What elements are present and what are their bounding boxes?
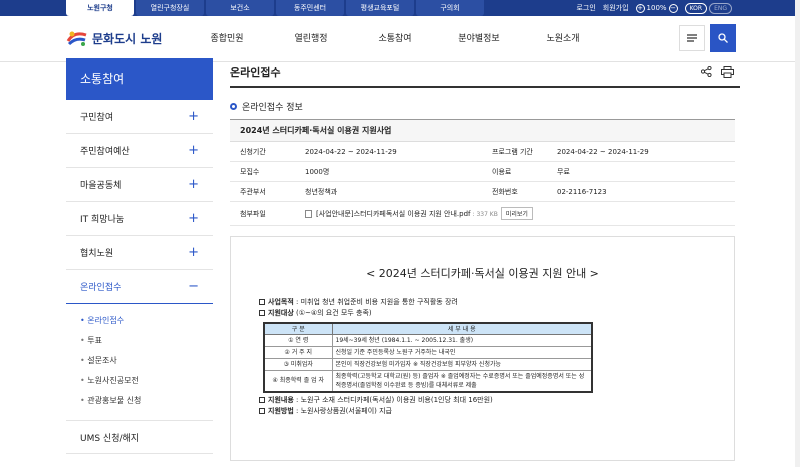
zoom-level: 100% [646, 4, 667, 12]
side-item-governance[interactable]: 협치노원 + [66, 236, 213, 270]
main-nav: 종합민원 열린행정 소통참여 분야별정보 노원소개 [185, 16, 605, 62]
site-tab-community[interactable]: 동주민센터 [276, 0, 344, 16]
share-icon[interactable] [701, 66, 712, 77]
notice-support: 지원내용 : 노원구 소재 스터디카페(독서실) 이용권 비용(1인당 최대 1… [259, 395, 699, 406]
sub-item-vote[interactable]: 투표 [80, 331, 213, 351]
side-item-village[interactable]: 마을공동체 + [66, 168, 213, 202]
page-title: 온라인접수 [230, 58, 740, 88]
preview-button[interactable]: 미리보기 [500, 207, 533, 220]
table-row: 신청기간 2024-04-22 ~ 2024-11-29 프로그램 기간 2024-… [230, 142, 735, 162]
side-nav-title: 소통참여 [66, 58, 213, 100]
zoom-out-icon[interactable]: − [668, 3, 678, 13]
plus-icon: + [188, 143, 199, 158]
side-nav: 소통참여 구민참여 + 주민참여예산 + 마을공동체 + IT 희망나눔 + 협치노원 +… [66, 58, 213, 454]
page-tools [701, 66, 734, 78]
sub-item-photo-contest[interactable]: 노원사진공모전 [80, 371, 213, 391]
table-row: 모집수 1000명 이용료 무료 [230, 162, 735, 182]
logo-text: 문화도시 노원 [92, 31, 163, 46]
lang-kor-button[interactable]: KOR [684, 2, 708, 14]
language-switch: KOR ENG [684, 2, 732, 14]
login-link[interactable]: 로그인 [576, 3, 595, 13]
file-size: : 337 KB [472, 211, 498, 218]
nav-participation[interactable]: 소통참여 [353, 16, 437, 62]
notice-image: < 2024년 스터디카페·독서실 이용권 지원 안내 > 사업목적 : 미취업… [230, 236, 735, 461]
sub-item-online-apply[interactable]: 온라인접수 [80, 311, 213, 331]
zoom-control: + 100% − [635, 3, 678, 13]
plus-icon: + [188, 109, 199, 124]
utility-bar: 노원구청 열린구청장실 보건소 동주민센터 평생교육포털 구의회 로그인 회원가… [0, 0, 800, 16]
plus-icon: + [188, 245, 199, 260]
side-item-it-sharing[interactable]: IT 희망나눔 + [66, 202, 213, 236]
hamburger-icon [687, 34, 697, 42]
attachment: [사업안내문]스터디카페독서실 이용권 지원 안내.pdf: 337 KB 미리보… [305, 207, 533, 220]
site-tab-nowon[interactable]: 노원구청 [66, 0, 134, 16]
notice-title: < 2024년 스터디카페·독서실 이용권 지원 안내 > [366, 267, 599, 280]
search-button[interactable] [710, 24, 736, 52]
checkbox-square-icon [259, 299, 265, 305]
utility-links: 로그인 회원가입 + 100% − KOR ENG [576, 0, 732, 16]
nav-about[interactable]: 노원소개 [521, 16, 605, 62]
sub-item-tour-promo[interactable]: 관광홍보물 신청 [80, 391, 213, 411]
site-tabs: 노원구청 열린구청장실 보건소 동주민센터 평생교육포털 구의회 [66, 0, 484, 16]
notice-purpose: 사업목적 : 미취업 청년 취업준비 비용 지원을 통한 구직활동 장려 [259, 297, 699, 308]
page-scrollbar[interactable] [795, 0, 800, 467]
print-icon[interactable] [721, 66, 734, 78]
notice-method: 지원방법 : 노원사랑상품권(서울페이) 지급 [259, 406, 699, 417]
join-link[interactable]: 회원가입 [603, 3, 629, 13]
info-title: 2024년 스터디카페·독서실 이용권 지원사업 [230, 120, 735, 142]
checkbox-square-icon [259, 407, 265, 414]
eligibility-table: 구 분세 부 내 용 ① 연 령 19세~39세 청년 (1984.1.1. ~ … [263, 322, 593, 393]
site-tab-council[interactable]: 구의회 [416, 0, 484, 16]
plus-icon: + [188, 177, 199, 192]
table-row: ③ 미취업자 본인이 직장건강보험 미가입자 ※ 직장건강보험 피부양자 신청가능 [263, 357, 593, 371]
nav-field-info[interactable]: 분야별정보 [437, 16, 521, 62]
site-tab-health[interactable]: 보건소 [206, 0, 274, 16]
attachment-row: 첨부파일 [사업안내문]스터디카페독서실 이용권 지원 안내.pdf: 337 … [230, 202, 735, 226]
checkbox-square-icon [259, 396, 265, 403]
section-title: 온라인접수 정보 [230, 100, 740, 113]
search-icon [718, 33, 728, 43]
bullet-circle-icon [230, 103, 237, 110]
nav-open-admin[interactable]: 열린행정 [269, 16, 353, 62]
sub-item-survey[interactable]: 설문조사 [80, 351, 213, 371]
side-item-resident-participation[interactable]: 구민참여 + [66, 100, 213, 134]
zoom-in-icon[interactable]: + [635, 3, 645, 13]
table-row: ④ 최종학력 졸 업 자 최종학력(고등학교 대학교(원) 등) 졸업자 ※ 졸업… [263, 369, 593, 392]
side-submenu: 온라인접수 투표 설문조사 노원사진공모전 관광홍보물 신청 [66, 304, 213, 414]
site-tab-mayor[interactable]: 열린구청장실 [136, 0, 204, 16]
file-icon [305, 210, 312, 218]
main-content: 온라인접수 온라인접수 정보 2024년 스터디카페·독서실 이용권 지원사업 … [230, 58, 740, 461]
logo-mark-icon [66, 31, 87, 46]
side-item-ums[interactable]: UMS 신청/해지 [66, 420, 213, 454]
menu-button[interactable] [679, 25, 705, 51]
checkbox-square-icon [259, 310, 265, 316]
lang-eng-button[interactable]: ENG [709, 2, 732, 14]
nav-civil-service[interactable]: 종합민원 [185, 16, 269, 62]
notice-target: 지원대상 (①~④의 요건 모두 충족) [259, 308, 699, 319]
site-logo[interactable]: 문화도시 노원 [66, 29, 162, 47]
table-row: 주관부서 청년정책과 전화번호 02-2116-7123 [230, 182, 735, 202]
info-table: 2024년 스터디카페·독서실 이용권 지원사업 신청기간 2024-04-22 … [230, 119, 735, 226]
side-item-budget[interactable]: 주민참여예산 + [66, 134, 213, 168]
table-row: ② 거 주 지 신청일 기준 주민등록상 노원구 거주하는 내국인 [263, 345, 593, 359]
side-item-online-apply[interactable]: 온라인접수 − [66, 270, 213, 304]
attachment-link[interactable]: [사업안내문]스터디카페독서실 이용권 지원 안내.pdf [316, 210, 471, 218]
minus-icon: − [188, 279, 199, 294]
site-header: 문화도시 노원 종합민원 열린행정 소통참여 분야별정보 노원소개 [0, 16, 800, 62]
plus-icon: + [188, 211, 199, 226]
site-tab-education[interactable]: 평생교육포털 [346, 0, 414, 16]
table-row: ① 연 령 19세~39세 청년 (1984.1.1. ~ 2005.12.31.… [263, 333, 593, 347]
notice-body: 사업목적 : 미취업 청년 취업준비 비용 지원을 통한 구직활동 장려 지원대… [259, 297, 699, 417]
